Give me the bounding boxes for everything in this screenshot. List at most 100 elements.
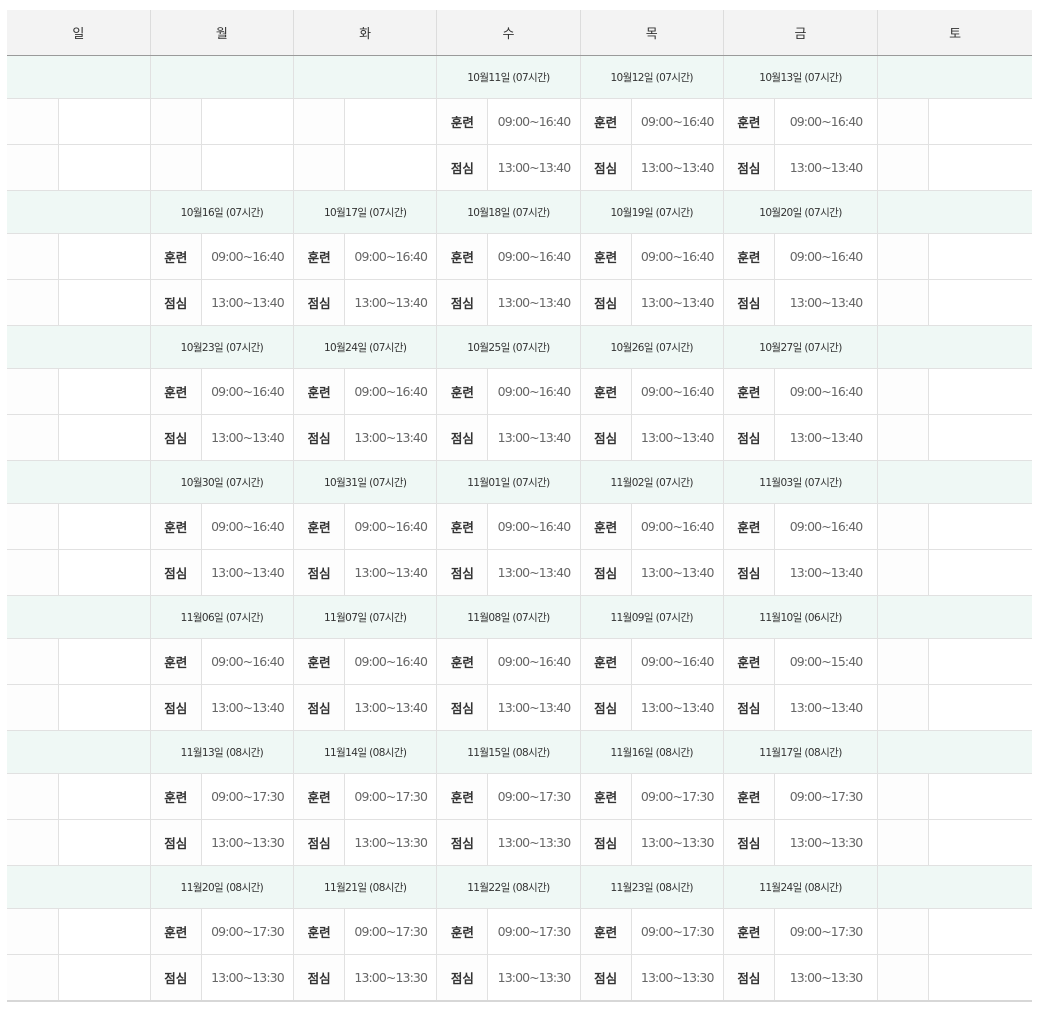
training-time: 09:00~16:40 xyxy=(630,98,724,145)
day-date-sun xyxy=(7,595,151,639)
week-training-row: 훈련 09:00~17:30 훈련 09:00~17:30 훈련 09:00~17:30 훈… xyxy=(7,773,1032,820)
training-time: 09:00~16:40 xyxy=(773,368,878,415)
empty-cell xyxy=(7,414,59,461)
day-date-fri: 11월24일 (08시간) xyxy=(722,865,878,909)
lunch-label: 점심 xyxy=(722,279,775,326)
empty-cell xyxy=(57,908,151,955)
training-label: 훈련 xyxy=(579,638,632,685)
empty-cell xyxy=(7,144,59,191)
training-time: 09:00~17:30 xyxy=(487,773,581,820)
lunch-time: 13:00~13:30 xyxy=(200,954,294,1002)
empty-cell xyxy=(877,144,929,191)
empty-cell xyxy=(57,368,151,415)
training-label: 훈련 xyxy=(436,773,488,820)
lunch-label: 점심 xyxy=(722,144,775,191)
lunch-time: 13:00~13:30 xyxy=(487,819,581,866)
empty-cell xyxy=(57,233,151,280)
training-time: 09:00~17:30 xyxy=(630,908,724,955)
training-label: 훈련 xyxy=(149,638,202,685)
training-label: 훈련 xyxy=(436,368,488,415)
lunch-time: 13:00~13:40 xyxy=(630,414,724,461)
week-training-row: 훈련 09:00~16:40 훈련 09:00~16:40 훈련 09:00~16:40 훈… xyxy=(7,503,1032,550)
training-label: 훈련 xyxy=(722,98,775,145)
weekday-header-wed: 수 xyxy=(436,10,581,56)
day-date-wed: 11월01일 (07시간) xyxy=(436,460,581,504)
training-label: 훈련 xyxy=(436,233,488,280)
schedule-table: 일 월 화 수 목 금 토 10월11일 (07시간) 10월12일 (07시간)… xyxy=(7,10,1032,1002)
training-time: 09:00~16:40 xyxy=(773,233,878,280)
lunch-time: 13:00~13:40 xyxy=(344,414,437,461)
lunch-time: 13:00~13:40 xyxy=(200,684,294,731)
empty-cell xyxy=(928,549,1032,596)
training-label: 훈련 xyxy=(579,503,632,550)
empty-cell xyxy=(877,233,929,280)
training-label: 훈련 xyxy=(722,638,775,685)
lunch-label: 점심 xyxy=(149,954,202,1002)
empty-cell xyxy=(57,279,151,326)
lunch-label: 점심 xyxy=(436,684,488,731)
training-time: 09:00~16:40 xyxy=(200,233,294,280)
lunch-label: 점심 xyxy=(149,549,202,596)
training-label: 훈련 xyxy=(149,908,202,955)
day-date-thu: 11월16일 (08시간) xyxy=(579,730,724,774)
lunch-time: 13:00~13:40 xyxy=(630,144,724,191)
training-time: 09:00~16:40 xyxy=(200,638,294,685)
lunch-label: 점심 xyxy=(293,819,345,866)
lunch-time: 13:00~13:40 xyxy=(344,279,437,326)
lunch-time: 13:00~13:40 xyxy=(487,549,581,596)
lunch-label: 점심 xyxy=(579,279,632,326)
lunch-label: 점심 xyxy=(436,954,488,1002)
training-time: 09:00~17:30 xyxy=(630,773,724,820)
lunch-label: 점심 xyxy=(149,414,202,461)
empty-cell xyxy=(7,368,59,415)
lunch-label: 점심 xyxy=(579,954,632,1002)
day-date-mon: 10월23일 (07시간) xyxy=(149,325,294,369)
training-time: 09:00~17:30 xyxy=(773,773,878,820)
lunch-time: 13:00~13:30 xyxy=(487,954,581,1002)
training-time: 09:00~17:30 xyxy=(200,773,294,820)
lunch-time: 13:00~13:40 xyxy=(773,549,878,596)
day-date-mon: 11월20일 (08시간) xyxy=(149,865,294,909)
day-date-tue: 10월17일 (07시간) xyxy=(293,190,437,234)
empty-cell xyxy=(57,773,151,820)
lunch-label: 점심 xyxy=(436,279,488,326)
day-date-thu: 11월09일 (07시간) xyxy=(579,595,724,639)
day-date-sun xyxy=(7,730,151,774)
training-time: 09:00~16:40 xyxy=(773,98,878,145)
lunch-label: 점심 xyxy=(579,684,632,731)
training-label: 훈련 xyxy=(722,233,775,280)
empty-cell xyxy=(7,773,59,820)
lunch-time: 13:00~13:40 xyxy=(344,684,437,731)
week-date-row: 10월11일 (07시간) 10월12일 (07시간) 10월13일 (07시간) xyxy=(7,55,1032,99)
day-date-fri: 11월17일 (08시간) xyxy=(722,730,878,774)
lunch-label: 점심 xyxy=(722,549,775,596)
day-date-fri: 10월13일 (07시간) xyxy=(722,55,878,99)
empty-cell xyxy=(57,414,151,461)
day-date-tue: 10월31일 (07시간) xyxy=(293,460,437,504)
day-date-wed: 10월18일 (07시간) xyxy=(436,190,581,234)
week-lunch-row: 점심 13:00~13:40 점심 13:00~13:40 점심 13:00~13:40 점… xyxy=(7,279,1032,326)
empty-cell xyxy=(928,819,1032,866)
day-date-wed: 11월15일 (08시간) xyxy=(436,730,581,774)
week-training-row: 훈련 09:00~16:40 훈련 09:00~16:40 훈련 09:00~16:40 훈… xyxy=(7,233,1032,280)
empty-cell xyxy=(928,638,1032,685)
day-date-sun xyxy=(7,865,151,909)
lunch-label: 점심 xyxy=(293,549,345,596)
training-time: 09:00~17:30 xyxy=(344,773,437,820)
week-training-row: 훈련 09:00~16:40 훈련 09:00~16:40 훈련 09:00~16:40 훈… xyxy=(7,368,1032,415)
lunch-time: 13:00~13:40 xyxy=(344,549,437,596)
day-date-sat xyxy=(877,730,1032,774)
lunch-time: 13:00~13:40 xyxy=(487,684,581,731)
lunch-label: 점심 xyxy=(149,819,202,866)
training-label: 훈련 xyxy=(579,368,632,415)
training-time: 09:00~17:30 xyxy=(200,908,294,955)
lunch-label: 점심 xyxy=(436,819,488,866)
empty-cell xyxy=(877,638,929,685)
training-time: 09:00~16:40 xyxy=(200,503,294,550)
lunch-time: 13:00~13:40 xyxy=(200,279,294,326)
training-label: 훈련 xyxy=(293,638,345,685)
lunch-time: 13:00~13:40 xyxy=(773,684,878,731)
empty-cell xyxy=(877,279,929,326)
week-training-row: 훈련 09:00~17:30 훈련 09:00~17:30 훈련 09:00~17:30 훈… xyxy=(7,908,1032,955)
weekday-header-sat: 토 xyxy=(877,10,1032,56)
